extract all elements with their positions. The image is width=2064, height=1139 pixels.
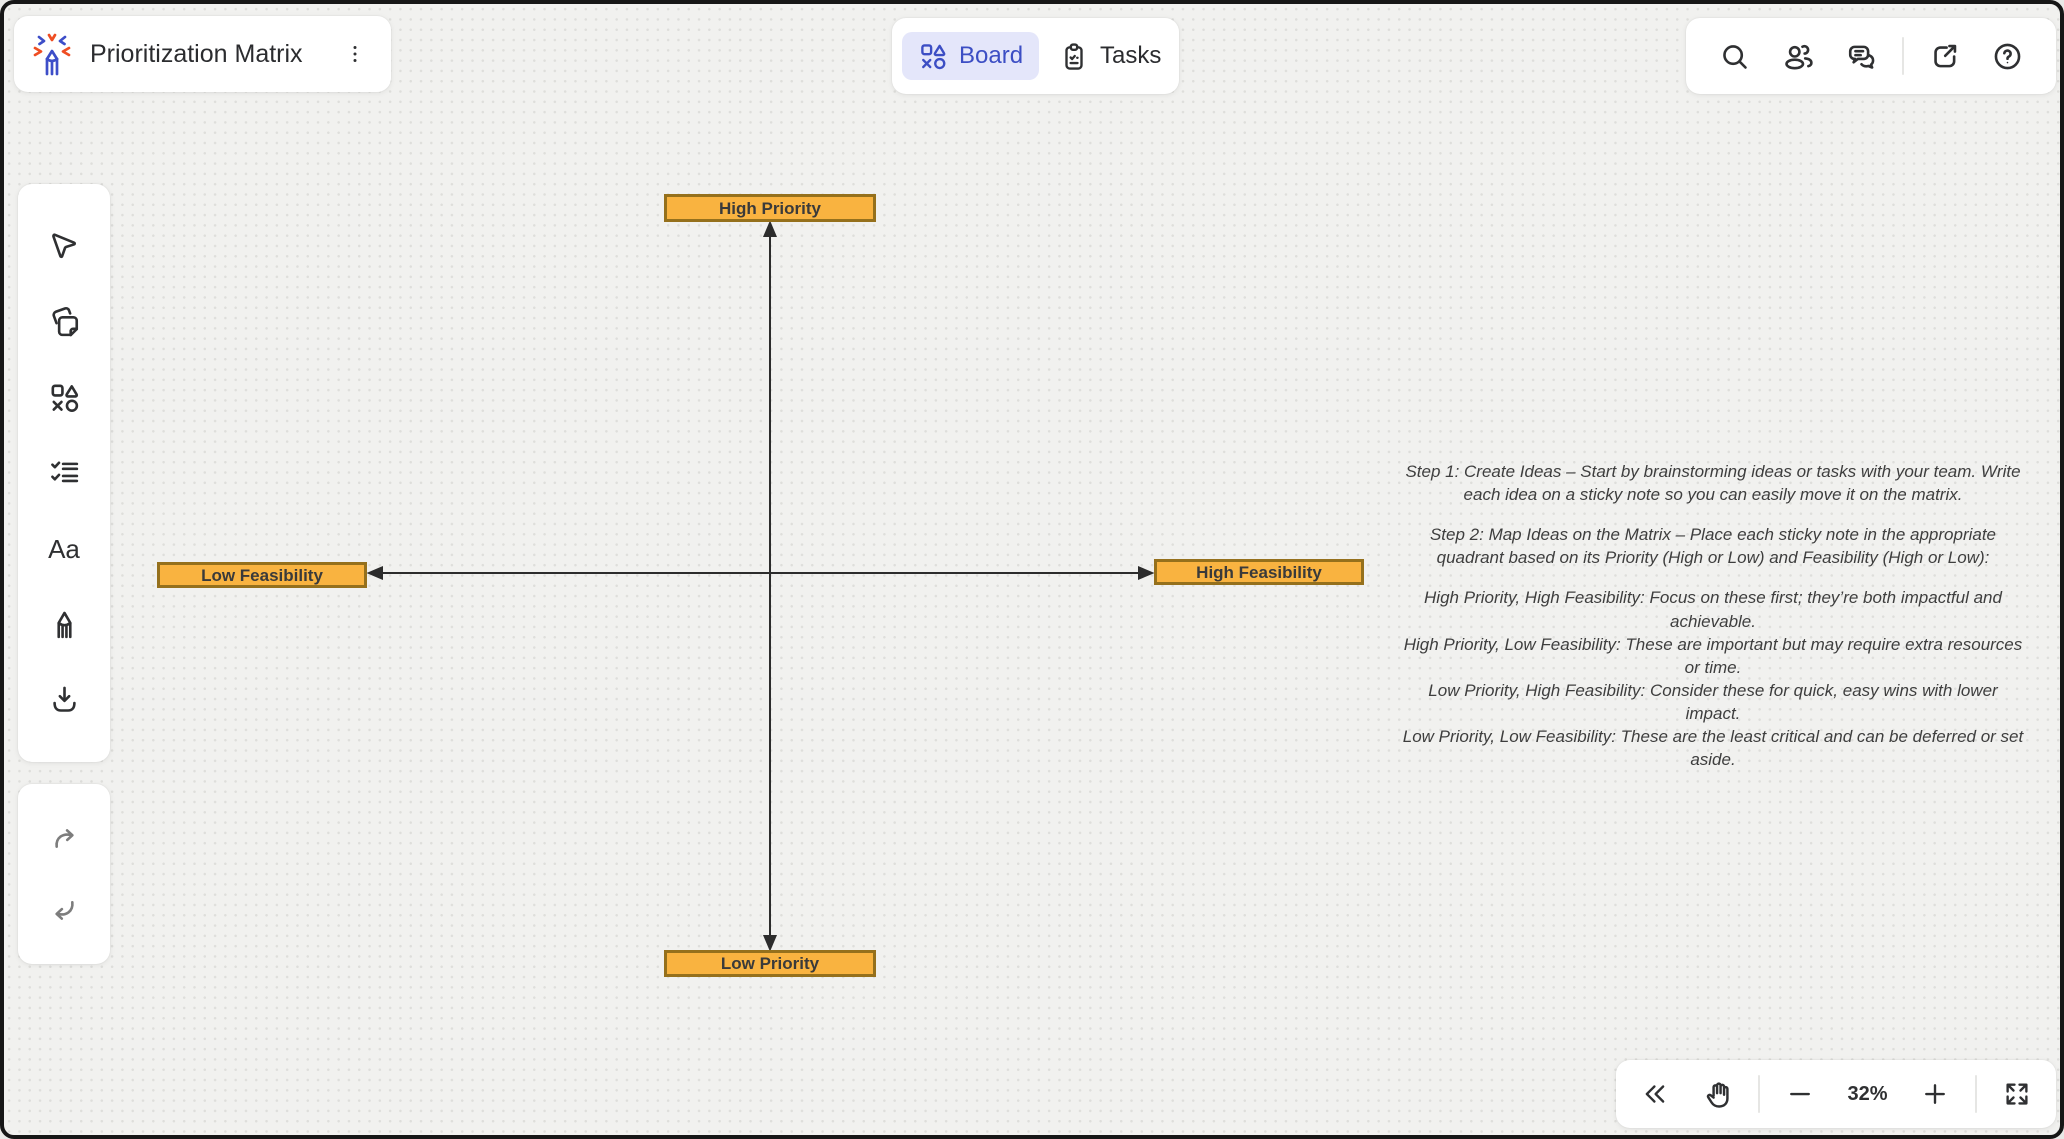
- plus-icon: [1920, 1079, 1950, 1109]
- tab-board[interactable]: Board: [902, 32, 1039, 80]
- shapes-icon: [918, 41, 948, 71]
- shapes-icon: [48, 381, 81, 414]
- users-icon: [1781, 40, 1814, 73]
- double-chevron-left-icon: [1640, 1079, 1670, 1109]
- instructions-quadrant-2: High Priority, Low Feasibility: These ar…: [1399, 633, 2027, 679]
- minus-icon: [1785, 1079, 1815, 1109]
- pan-tool-button[interactable]: [1695, 1071, 1741, 1117]
- undo-icon: [48, 893, 81, 926]
- share-icon: [1928, 40, 1961, 73]
- instructions-text[interactable]: Step 1: Create Ideas – Start by brainsto…: [1399, 460, 2027, 771]
- zoombar-divider-2: [1975, 1075, 1977, 1113]
- instructions-quadrant-4: Low Priority, Low Feasibility: These are…: [1399, 725, 2027, 771]
- header-actions: [1686, 18, 2056, 94]
- collapse-button[interactable]: [1632, 1071, 1678, 1117]
- members-button[interactable]: [1775, 33, 1821, 79]
- redo-icon: [48, 823, 81, 856]
- checklist-tool-button[interactable]: [41, 450, 87, 496]
- search-icon: [1718, 40, 1751, 73]
- zoombar-divider: [1758, 1075, 1760, 1113]
- share-button[interactable]: [1921, 33, 1967, 79]
- zoom-out-button[interactable]: [1777, 1071, 1823, 1117]
- download-tool-button[interactable]: [41, 677, 87, 723]
- comments-button[interactable]: [1838, 33, 1884, 79]
- search-button[interactable]: [1711, 33, 1757, 79]
- view-switcher: Board Tasks: [892, 18, 1179, 94]
- zoom-level[interactable]: 32%: [1841, 1083, 1895, 1106]
- sticky-note-icon: [48, 306, 81, 339]
- cursor-icon: [48, 230, 81, 263]
- history-controls: [18, 784, 110, 964]
- tool-palette: Aa: [18, 184, 110, 762]
- arrowhead-down: [765, 936, 776, 949]
- select-tool-button[interactable]: [41, 224, 87, 270]
- instructions-quadrant-1: High Priority, High Feasibility: Focus o…: [1399, 586, 2027, 632]
- tab-tasks-label: Tasks: [1100, 42, 1161, 70]
- fullscreen-button[interactable]: [1994, 1071, 2040, 1117]
- app-logo-icon: [28, 30, 76, 78]
- draw-tool-button[interactable]: [41, 601, 87, 647]
- matrix-label-low-priority[interactable]: Low Priority: [664, 950, 876, 977]
- help-icon: [1991, 40, 2024, 73]
- instructions-quadrant-3: Low Priority, High Feasibility: Consider…: [1399, 679, 2027, 725]
- tab-tasks[interactable]: Tasks: [1043, 32, 1177, 80]
- instructions-step1: Step 1: Create Ideas – Start by brainsto…: [1399, 460, 2027, 506]
- tasks-clipboard-icon: [1059, 41, 1089, 71]
- board-menu-button[interactable]: [337, 32, 373, 76]
- canvas-controls: 32%: [1616, 1060, 2056, 1128]
- matrix-label-high-priority[interactable]: High Priority: [664, 194, 876, 222]
- board-title: Prioritization Matrix: [90, 40, 303, 69]
- checklist-icon: [48, 457, 81, 490]
- text-tool-icon: Aa: [48, 536, 80, 562]
- download-icon: [48, 683, 81, 716]
- text-tool-button[interactable]: Aa: [41, 526, 87, 572]
- hand-icon: [1703, 1079, 1734, 1110]
- sticky-note-tool-button[interactable]: [41, 299, 87, 345]
- help-button[interactable]: [1985, 33, 2031, 79]
- whiteboard-app: High Priority Low Priority Low Feasibili…: [0, 0, 2064, 1139]
- matrix-label-high-feasibility[interactable]: High Feasibility: [1154, 559, 1364, 585]
- tab-board-label: Board: [959, 42, 1023, 70]
- instructions-step2: Step 2: Map Ideas on the Matrix – Place …: [1399, 523, 2027, 569]
- zoom-in-button[interactable]: [1912, 1071, 1958, 1117]
- actions-divider: [1902, 37, 1904, 75]
- kebab-menu-icon: [343, 42, 367, 66]
- arrowhead-left: [369, 568, 382, 579]
- board-title-bar: Prioritization Matrix: [14, 16, 391, 92]
- arrowhead-up: [765, 223, 776, 236]
- pencil-icon: [48, 608, 81, 641]
- matrix-label-low-feasibility[interactable]: Low Feasibility: [157, 562, 367, 588]
- chat-bubbles-icon: [1845, 40, 1878, 73]
- shapes-tool-button[interactable]: [41, 375, 87, 421]
- arrowhead-right: [1139, 568, 1152, 579]
- expand-icon: [2002, 1079, 2032, 1109]
- redo-button[interactable]: [41, 816, 87, 862]
- undo-button[interactable]: [41, 886, 87, 932]
